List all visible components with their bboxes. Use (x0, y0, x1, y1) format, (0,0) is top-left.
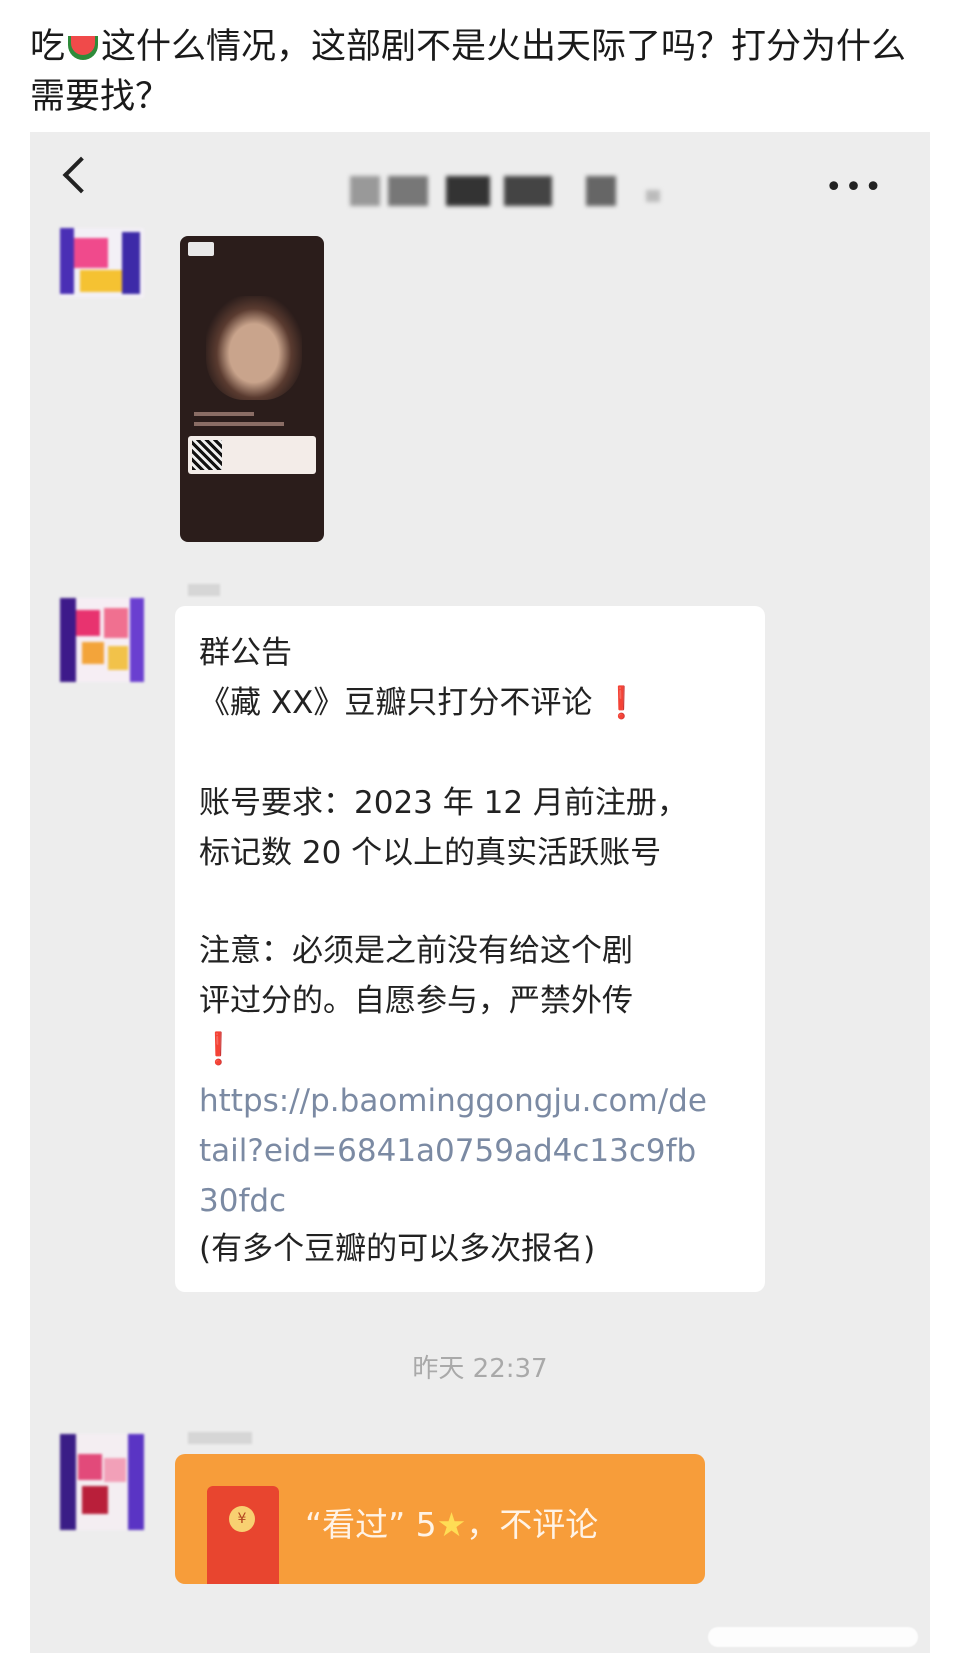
chat-header: ••• (30, 132, 930, 232)
portrait-photo (206, 296, 302, 400)
red-packet-caption: “看过” 5★，不评论 (305, 1505, 599, 1544)
announcement-line: 《藏 XX》豆瓣只打分不评论 ❗ (199, 685, 641, 721)
red-packet-message[interactable]: ¥ “看过” 5★，不评论 (175, 1454, 705, 1584)
post-text: 吃这什么情况，这部剧不是火出天际了吗？打分为什么需要找？ (30, 22, 935, 122)
watermark (708, 1627, 918, 1647)
announcement-bubble[interactable]: 群公告 《藏 XX》豆瓣只打分不评论 ❗ 账号要求：2023 年 12 月前注册… (175, 606, 765, 1292)
qr-code-icon (192, 440, 222, 470)
avatar[interactable] (60, 598, 144, 682)
back-chevron-icon[interactable] (62, 156, 100, 194)
avatar[interactable] (60, 228, 144, 298)
red-packet-icon: ¥ (207, 1486, 279, 1584)
signup-link[interactable]: 30fdc (199, 1176, 286, 1226)
watermelon-icon (66, 36, 100, 60)
post-text-rest: 这什么情况，这部剧不是火出天际了吗？打分为什么需要找？ (30, 27, 907, 117)
post-text-start: 吃 (30, 27, 66, 67)
chat-title-redacted (350, 176, 680, 206)
sender-name-redacted (188, 1432, 252, 1444)
message-timestamp: 昨天 22:37 (412, 1354, 548, 1384)
requirement-line-1: 账号要求：2023 年 12 月前注册， (199, 785, 688, 821)
shared-image-thumbnail[interactable] (180, 236, 324, 542)
chat-screenshot: ••• 群公告 《藏 XX》豆瓣只打分不评论 ❗ 账号要求：2023 年 12 … (30, 132, 930, 1653)
more-options-icon[interactable]: ••• (825, 170, 884, 205)
announcement-title: 群公告 (199, 635, 292, 671)
note-line-2: 评过分的。自愿参与，严禁外传 (199, 983, 633, 1019)
app-logo-icon (188, 242, 214, 256)
signup-link[interactable]: https://p.baominggongju.com/de (199, 1076, 707, 1126)
announcement-footer: (有多个豆瓣的可以多次报名) (199, 1231, 596, 1267)
requirement-line-2: 标记数 20 个以上的真实活跃账号 (199, 835, 662, 871)
note-line-1: 注意：必须是之前没有给这个剧 (199, 933, 633, 969)
signup-link[interactable]: tail?eid=6841a0759ad4c13c9fb (199, 1126, 696, 1176)
sender-name-redacted (188, 584, 220, 596)
star-icon: ★ (436, 1505, 467, 1544)
exclamation-icon: ❗ (602, 685, 641, 721)
avatar[interactable] (60, 1434, 144, 1530)
coin-icon: ¥ (229, 1506, 255, 1532)
exclamation-icon: ❗ (199, 1031, 238, 1067)
